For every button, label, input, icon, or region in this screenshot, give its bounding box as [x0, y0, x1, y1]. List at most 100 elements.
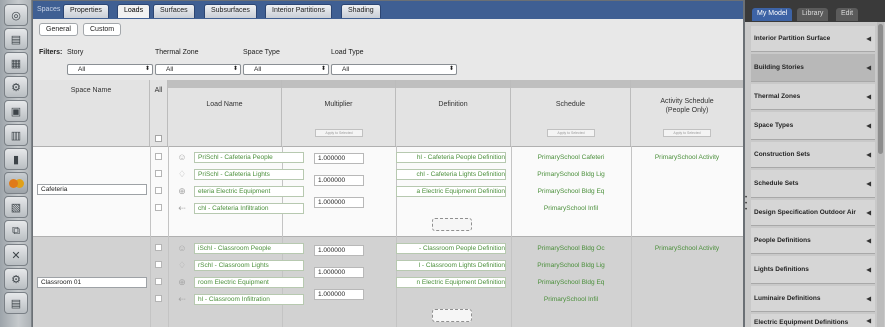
multiplier-field[interactable]: 1.000000 [314, 197, 364, 208]
hvac-icon[interactable]: ⧉ [4, 220, 28, 242]
library-item-luminaire-definitions[interactable]: Luminaire Definitions ◀ [751, 286, 875, 312]
row-checkbox[interactable] [155, 244, 162, 251]
library-item-interior-partition-surface[interactable]: Interior Partition Surface ◀ [751, 26, 875, 52]
library-item-construction-sets[interactable]: Construction Sets ◀ [751, 142, 875, 168]
schedule-field[interactable]: PrimarySchool Bldg Oc [511, 243, 631, 254]
tab-loads[interactable]: Loads [117, 4, 151, 18]
schedule-field[interactable]: PrimarySchool Infil [511, 294, 631, 305]
tab-surfaces[interactable]: Surfaces [153, 4, 195, 18]
multiplier-field[interactable]: 1.000000 [314, 153, 364, 164]
row-checkbox[interactable] [155, 153, 162, 160]
library-item-thermal-zones[interactable]: Thermal Zones ◀ [751, 84, 875, 110]
space-types-icon[interactable]: ▣ [4, 100, 28, 122]
row-checkbox[interactable] [155, 170, 162, 177]
loads-icon[interactable]: ⚙ [4, 76, 28, 98]
multiplier-field[interactable]: 1.000000 [314, 245, 364, 256]
schedule-field[interactable]: PrimarySchool Cafeteri [511, 152, 631, 163]
load-name-field[interactable]: iSchl - Classroom People [194, 243, 304, 254]
tab-library[interactable]: Library [797, 8, 829, 21]
tab-spaces[interactable]: Spaces [35, 4, 62, 18]
general-subtab[interactable]: General [39, 23, 78, 36]
activity-schedule-field[interactable]: PrimarySchool Activity [631, 152, 743, 163]
constructions-icon[interactable]: ▦ [4, 52, 28, 74]
load-name-field[interactable]: hl - Classroom Infiltration [194, 294, 304, 305]
library-item-building-stories[interactable]: Building Stories ◀ [751, 54, 875, 82]
collapse-arrow-icon: ◀ [866, 123, 871, 129]
library-item-electric-equipment-definitions[interactable]: Electric Equipment Definitions ◀ [751, 314, 875, 327]
library-item-people-definitions[interactable]: People Definitions ◀ [751, 228, 875, 254]
filters-bar: Filters: Story Thermal Zone Space Type L… [33, 39, 743, 79]
definition-drop-zone[interactable] [432, 218, 472, 231]
custom-subtab[interactable]: Custom [83, 23, 122, 36]
select-all-checkbox[interactable] [155, 135, 162, 142]
row-checkbox[interactable] [155, 278, 162, 285]
spaces-icon[interactable] [4, 172, 28, 194]
multiplier-field[interactable]: 1.000000 [314, 267, 364, 278]
library-item-lights-definitions[interactable]: Lights Definitions ◀ [751, 256, 875, 284]
definition-field[interactable]: chl - Cafeteria Lights Definition [396, 169, 506, 180]
infiltration-icon: ⇠ [178, 294, 186, 304]
chevron-down-icon: ⬍ [144, 66, 150, 72]
row-checkbox[interactable] [155, 295, 162, 302]
scrollbar-thumb[interactable] [878, 24, 883, 154]
output-variables-icon[interactable]: ✕ [4, 244, 28, 266]
space-name-field[interactable]: Classroom 01 [37, 277, 147, 288]
tab-subsurfaces[interactable]: Subsurfaces [204, 4, 257, 18]
activity-schedule-field[interactable]: PrimarySchool Activity [631, 243, 743, 254]
definition-field[interactable]: a Electric Equipment Definition [396, 186, 506, 197]
schedule-field[interactable]: PrimarySchool Bldg Lig [511, 169, 631, 180]
library-item-design-specification-outdoor-air[interactable]: Design Specification Outdoor Air ◀ [751, 200, 875, 226]
measures-icon[interactable]: ▤ [4, 292, 28, 314]
schedule-field[interactable]: PrimarySchool Infil [511, 203, 631, 214]
site-icon[interactable]: ◎ [4, 4, 28, 26]
collapse-arrow-icon: ◀ [866, 36, 871, 42]
load-name-field[interactable]: PriSchl - Cafeteria Lights [194, 169, 304, 180]
definition-field[interactable]: l - Classroom Lights Definition [396, 260, 506, 271]
lights-icon: ♢ [177, 169, 187, 179]
definition-drop-zone[interactable] [432, 309, 472, 322]
schedule-field[interactable]: PrimarySchool Bldg Eq [511, 186, 631, 197]
library-scrollbar[interactable] [877, 22, 884, 327]
row-checkbox[interactable] [155, 261, 162, 268]
apply-to-selected-button[interactable]: Apply to Selected [315, 129, 363, 137]
definition-field[interactable]: - Classroom People Definition [396, 243, 506, 254]
load-name-field[interactable]: chl - Cafeteria Infiltration [194, 203, 304, 214]
schedule-field[interactable]: PrimarySchool Bldg Eq [511, 277, 631, 288]
tab-my-model[interactable]: My Model [752, 8, 793, 21]
thermal-zones-icon[interactable]: ▧ [4, 196, 28, 218]
tab-properties[interactable]: Properties [63, 4, 109, 18]
tab-edit[interactable]: Edit [836, 8, 859, 21]
people-icon: ☺ [177, 152, 187, 162]
story-filter-select[interactable]: All ⬍ [67, 64, 153, 75]
load-type-filter-select[interactable]: All ⬍ [331, 64, 457, 75]
schedule-field[interactable]: PrimarySchool Bldg Lig [511, 260, 631, 271]
schedules-icon[interactable]: ▤ [4, 28, 28, 50]
space-name-field[interactable]: Cafeteria [37, 184, 147, 195]
load-name-field[interactable]: eteria Electric Equipment [194, 186, 304, 197]
facility-icon[interactable]: ▮ [4, 148, 28, 170]
definition-field[interactable]: n Electric Equipment Definition [396, 277, 506, 288]
tab-shading[interactable]: Shading [341, 4, 381, 18]
library-item-space-types[interactable]: Space Types ◀ [751, 112, 875, 140]
collapse-arrow-icon: ◀ [866, 65, 871, 71]
header-definition: Definition [396, 80, 511, 146]
panel-resize-grip-icon[interactable]: • • • [745, 195, 750, 215]
library-panel: My Model Library Edit Interior Partition… [744, 0, 885, 327]
multiplier-field[interactable]: 1.000000 [314, 289, 364, 300]
geometry-icon[interactable]: ▥ [4, 124, 28, 146]
thermal-zone-filter-select[interactable]: All ⬍ [155, 64, 241, 75]
simulation-settings-icon[interactable]: ⚙ [4, 268, 28, 290]
load-name-field[interactable]: room Electric Equipment [194, 277, 304, 288]
apply-to-selected-button[interactable]: Apply to Selected [663, 129, 711, 137]
load-name-field[interactable]: rSchl - Classroom Lights [194, 260, 304, 271]
row-checkbox[interactable] [155, 187, 162, 194]
collapse-arrow-icon: ◀ [866, 267, 871, 273]
definition-field[interactable]: hl - Cafeteria People Definition [396, 152, 506, 163]
library-item-schedule-sets[interactable]: Schedule Sets ◀ [751, 170, 875, 198]
load-name-field[interactable]: PriSchl - Cafeteria People [194, 152, 304, 163]
multiplier-field[interactable]: 1.000000 [314, 175, 364, 186]
apply-to-selected-button[interactable]: Apply to Selected [547, 129, 595, 137]
space-type-filter-select[interactable]: All ⬍ [243, 64, 329, 75]
row-checkbox[interactable] [155, 204, 162, 211]
tab-interior-partitions[interactable]: Interior Partitions [265, 4, 332, 18]
